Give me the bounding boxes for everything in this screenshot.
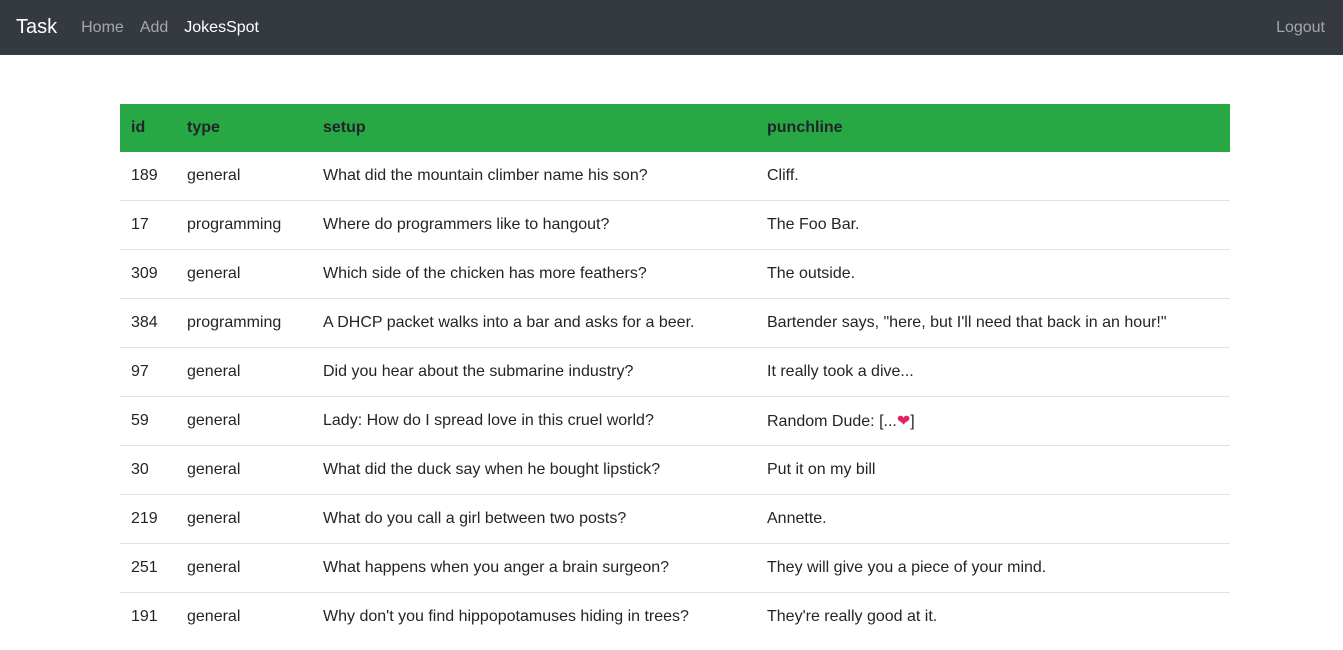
- cell-id: 30: [120, 445, 176, 495]
- table-row: 59 general Lady: How do I spread love in t…: [120, 396, 1230, 446]
- cell-type: programming: [176, 298, 312, 348]
- cell-type: general: [176, 396, 312, 446]
- header-id: id: [131, 119, 146, 136]
- cell-punchline: Put it on my bill: [756, 445, 1230, 495]
- cell-id: 219: [120, 494, 176, 544]
- table-row: 191 general Why don't you find hippopotamu…: [120, 592, 1230, 641]
- cell-punchline: It really took a dive...: [756, 347, 1230, 397]
- cell-id: 97: [120, 347, 176, 397]
- nav-link-add[interactable]: Add: [140, 19, 168, 37]
- table-row: 189 general What did the mountain climber …: [120, 152, 1230, 201]
- cell-punchline: They will give you a piece of your mind.: [756, 543, 1230, 593]
- cell-type: general: [176, 592, 312, 641]
- cell-punchline: They're really good at it.: [756, 592, 1230, 641]
- cell-type: general: [176, 494, 312, 544]
- cell-setup: What happens when you anger a brain surg…: [312, 543, 756, 593]
- cell-setup: Where do programmers like to hangout?: [312, 200, 756, 250]
- cell-id: 17: [120, 200, 176, 250]
- header-type: type: [187, 119, 220, 136]
- cell-id: 251: [120, 543, 176, 593]
- cell-setup: Did you hear about the submarine industr…: [312, 347, 756, 397]
- table-row: 17 programming Where do programmers like t…: [120, 200, 1230, 250]
- header-punchline: punchline: [767, 119, 843, 136]
- cell-punchline: The Foo Bar.: [756, 200, 1230, 250]
- cell-type: general: [176, 347, 312, 397]
- table-row: 30 general What did the duck say when he b…: [120, 445, 1230, 495]
- top-navbar: Task Home Add JokesSpot Logout: [0, 0, 1343, 55]
- nav-link-home[interactable]: Home: [81, 19, 124, 37]
- table-body: 189 general What did the mountain climber …: [120, 152, 1230, 641]
- cell-punchline: Annette.: [756, 494, 1230, 544]
- header-setup: setup: [323, 119, 366, 136]
- cell-punchline: The outside.: [756, 249, 1230, 299]
- cell-id: 191: [120, 592, 176, 641]
- logout-link[interactable]: Logout: [1276, 19, 1325, 37]
- cell-punchline: Cliff.: [767, 167, 799, 184]
- cell-setup: Lady: How do I spread love in this cruel…: [312, 396, 756, 446]
- cell-setup: Why don't you find hippopotamuses hiding…: [312, 592, 756, 641]
- table-header-row: id type setup punchline: [120, 104, 1230, 152]
- table-row: 219 general What do you call a girl betwee…: [120, 494, 1230, 544]
- cell-id: 59: [120, 396, 176, 446]
- cell-setup: What did the duck say when he bought lip…: [312, 445, 756, 495]
- cell-setup: What do you call a girl between two post…: [312, 494, 756, 544]
- cell-setup: Which side of the chicken has more feath…: [312, 249, 756, 299]
- cell-punchline: Random Dude: [...❤]: [756, 396, 1230, 446]
- table-row: 384 programming A DHCP packet walks into a…: [120, 298, 1230, 348]
- brand-link[interactable]: Task: [16, 16, 57, 39]
- table-row: 251 general What happens when you anger a …: [120, 543, 1230, 593]
- table-row: 97 general Did you hear about the submarin…: [120, 347, 1230, 397]
- main-container: id type setup punchline 189 general What d…: [120, 104, 1230, 641]
- table-header: id type setup punchline: [120, 104, 1230, 152]
- cell-type: general: [187, 167, 241, 184]
- nav-links: Home Add JokesSpot: [81, 19, 275, 37]
- jokes-table: id type setup punchline 189 general What d…: [120, 104, 1230, 641]
- cell-id: 189: [131, 167, 158, 184]
- cell-type: general: [176, 543, 312, 593]
- cell-setup: What did the mountain climber name his s…: [323, 167, 648, 184]
- cell-punchline: Bartender says, "here, but I'll need tha…: [756, 298, 1230, 348]
- cell-type: programming: [176, 200, 312, 250]
- table-row: 309 general Which side of the chicken has …: [120, 249, 1230, 299]
- cell-type: general: [176, 249, 312, 299]
- heart-icon: ❤: [896, 413, 911, 430]
- nav-link-jokesspot[interactable]: JokesSpot: [184, 19, 259, 37]
- cell-id: 309: [120, 249, 176, 299]
- cell-type: general: [176, 445, 312, 495]
- cell-setup: A DHCP packet walks into a bar and asks …: [312, 298, 756, 348]
- cell-id: 384: [120, 298, 176, 348]
